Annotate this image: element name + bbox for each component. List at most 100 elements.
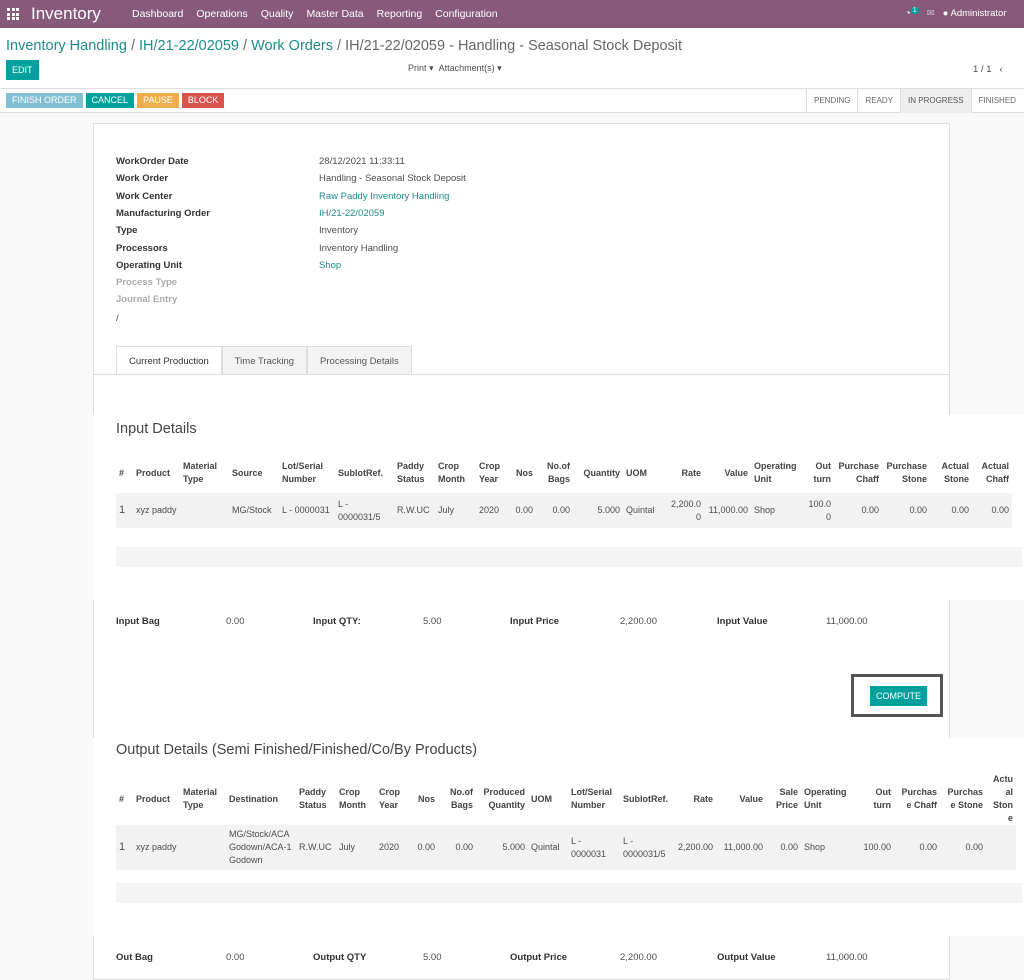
field-value[interactable]: Raw Paddy Inventory Handling (319, 191, 449, 202)
pager-value: 1 / 1 (973, 64, 992, 75)
column-header[interactable]: No.of Bags (536, 453, 573, 493)
column-header[interactable]: Crop Month (336, 773, 376, 825)
summary-value: 11,000.00 (826, 616, 868, 627)
status-bar: FINISH ORDER CANCEL PAUSE BLOCK PENDING READ… (0, 88, 1024, 113)
table-row[interactable]: 1 xyz paddy MG/Stock/ACA Godown/ACA-1 Godo… (116, 825, 1016, 870)
column-header[interactable]: Crop Year (476, 453, 509, 493)
column-header[interactable]: No.of Bags (438, 773, 476, 825)
column-header[interactable]: Purchase Chaff (834, 453, 882, 493)
column-header[interactable]: Paddy Status (394, 453, 435, 493)
table-cell (180, 825, 226, 870)
field-value[interactable]: IH/21-22/02059 (319, 208, 385, 219)
column-header[interactable]: Crop Month (435, 453, 476, 493)
column-header[interactable]: Value (716, 773, 766, 825)
main-menu: Dashboard Operations Quality Master Data Rep… (132, 8, 498, 20)
column-header[interactable]: SublotRef. (335, 453, 394, 493)
breadcrumb-current: IH/21-22/02059 - Handling - Seasonal Sto… (345, 38, 683, 54)
column-header[interactable]: Lot/Serial Number (568, 773, 620, 825)
column-header[interactable]: Actual Chaff (972, 453, 1012, 493)
column-header[interactable]: Material Type (180, 773, 226, 825)
table-cell: July (438, 505, 455, 515)
separator-slash: / (116, 313, 119, 324)
breadcrumb-ih[interactable]: IH/21-22/02059 (139, 38, 239, 54)
column-header[interactable]: # (116, 773, 133, 825)
column-header[interactable]: Product (133, 773, 180, 825)
stage-finished[interactable]: FINISHED (970, 89, 1023, 113)
block-button[interactable]: BLOCK (181, 93, 225, 108)
print-dropdown[interactable]: Print ▾ (408, 63, 434, 73)
activity-icon[interactable]: ◔ 1 (905, 7, 919, 19)
column-header[interactable]: Quantity (573, 453, 623, 493)
attachments-dropdown[interactable]: Attachment(s) ▾ (439, 63, 502, 73)
cancel-button[interactable]: CANCEL (85, 93, 135, 108)
column-header[interactable]: Rate (674, 773, 716, 825)
field-value[interactable]: Shop (319, 260, 341, 271)
field-label: Processors (116, 242, 168, 254)
column-header[interactable]: # (116, 453, 133, 493)
field-label: Operating Unit (116, 259, 182, 271)
column-header[interactable]: Actual Stone (986, 773, 1016, 825)
apps-menu-icon[interactable] (7, 8, 19, 20)
column-header[interactable]: Source (229, 453, 279, 493)
column-header[interactable]: Purchase Stone (940, 773, 986, 825)
table-row[interactable]: 1 xyz paddy MG/Stock L - 0000031 L - 0000031… (116, 493, 1012, 528)
column-header[interactable]: Material Type (180, 453, 229, 493)
chat-icon[interactable]: ✉ (927, 8, 935, 19)
stage-ready[interactable]: READY (857, 89, 900, 113)
table-cell: R.W.UC (397, 505, 430, 515)
stage-in-progress[interactable]: IN PROGRESS (900, 89, 971, 113)
table-header-row: # Product Material Type Source Lot/Serial Nu… (116, 453, 1012, 493)
column-header[interactable]: Destination (226, 773, 296, 825)
column-header[interactable]: Rate (667, 453, 704, 493)
field-label: WorkOrder Date (116, 156, 189, 167)
breadcrumb-inventory-handling[interactable]: Inventory Handling (6, 38, 127, 54)
table-cell: 2020 (479, 505, 500, 515)
column-header[interactable]: Paddy Status (296, 773, 336, 825)
column-header[interactable]: UOM (528, 773, 568, 825)
compute-button[interactable]: COMPUTE (870, 686, 927, 706)
pager-prev-icon[interactable]: ‹ (999, 64, 1002, 75)
table-cell: July (339, 842, 356, 852)
column-header[interactable]: Lot/Serial Number (279, 453, 335, 493)
table-cell: Quintal (626, 505, 655, 515)
pause-button[interactable]: PAUSE (137, 93, 179, 108)
column-header[interactable]: Produced Quantity (476, 773, 528, 825)
column-header[interactable]: Operating Unit (801, 773, 856, 825)
table-cell: 2,200.00 (670, 498, 701, 522)
column-header[interactable]: Purchase Stone (882, 453, 930, 493)
column-header[interactable]: Out turn (803, 453, 834, 493)
tab-current-production[interactable]: Current Production (116, 346, 222, 375)
menu-item-dashboard[interactable]: Dashboard (132, 8, 183, 20)
menu-item-reporting[interactable]: Reporting (377, 8, 423, 20)
column-header[interactable]: Sale Price (766, 773, 801, 825)
table-cell: 0.00 (909, 505, 927, 515)
field-value: 28/12/2021 11:33:11 (319, 156, 405, 167)
finish-order-button[interactable]: FINISH ORDER (6, 93, 83, 108)
column-header[interactable]: SublotRef. (620, 773, 674, 825)
field-value: Inventory Handling (319, 242, 399, 254)
column-header[interactable]: Product (133, 453, 180, 493)
breadcrumb-work-orders[interactable]: Work Orders (251, 38, 333, 54)
tab-processing-details[interactable]: Processing Details (307, 346, 412, 375)
column-header[interactable]: Out turn (856, 773, 894, 825)
menu-item-master-data[interactable]: Master Data (306, 8, 363, 20)
column-header[interactable]: UOM (623, 453, 667, 493)
menu-item-quality[interactable]: Quality (261, 8, 294, 20)
column-header[interactable]: Nos (509, 453, 536, 493)
column-header[interactable]: Crop Year (376, 773, 406, 825)
breadcrumb: Inventory Handling / IH/21-22/02059 / Wo… (6, 38, 683, 54)
column-header[interactable]: Actual Stone (930, 453, 972, 493)
menu-item-operations[interactable]: Operations (196, 8, 247, 20)
column-header[interactable]: Operating Unit (751, 453, 803, 493)
tab-time-tracking[interactable]: Time Tracking (221, 346, 308, 375)
menu-item-configuration[interactable]: Configuration (435, 8, 497, 20)
stage-pending[interactable]: PENDING (806, 89, 857, 113)
summary-label: Output Price (510, 952, 568, 963)
user-menu[interactable]: ● Administrator (943, 8, 1007, 19)
action-buttons: FINISH ORDER CANCEL PAUSE BLOCK (6, 93, 225, 108)
column-header[interactable]: Purchase Chaff (894, 773, 940, 825)
edit-button[interactable]: EDIT (6, 60, 39, 80)
avatar: ● (942, 7, 949, 19)
column-header[interactable]: Nos (406, 773, 438, 825)
column-header[interactable]: Value (704, 453, 751, 493)
